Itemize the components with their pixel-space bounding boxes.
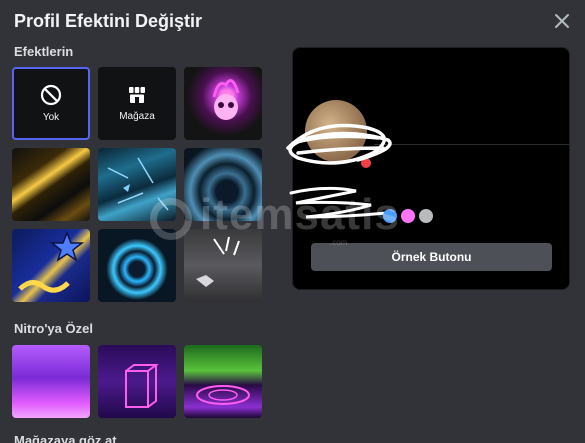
nitro-effect-tile-green-orbit[interactable]	[184, 345, 262, 418]
pink-skull-icon	[212, 79, 240, 120]
star-icon	[18, 230, 85, 293]
effect-tile-pink-skull[interactable]	[184, 67, 262, 140]
effect-tile-none[interactable]: Yok	[12, 67, 90, 140]
modal-title: Profil Efektini Değiştir	[14, 11, 203, 31]
effect-tile-silver-spark[interactable]	[184, 229, 262, 302]
effect-tile-blue-shards[interactable]	[98, 148, 176, 221]
badge-icon	[383, 209, 397, 223]
section-label-nitro: Nitro'ya Özel	[14, 321, 93, 336]
example-button[interactable]: Örnek Butonu	[311, 243, 552, 271]
profile-badges	[383, 209, 433, 223]
close-icon[interactable]	[552, 11, 572, 31]
nitro-effect-tile-purple-haze[interactable]	[12, 345, 90, 418]
no-symbol-icon	[40, 84, 62, 106]
effect-tile-store-label: Mağaza	[119, 111, 155, 122]
nitro-effect-tile-cyber-cube[interactable]	[98, 345, 176, 418]
nitro-effects-grid	[12, 345, 262, 418]
shop-icon	[129, 87, 145, 103]
section-label-effects: Efektlerin	[14, 44, 74, 59]
effect-tile-graffiti[interactable]	[12, 229, 90, 302]
cube-icon	[125, 364, 159, 408]
redaction-scribble	[286, 123, 392, 165]
effect-tile-store[interactable]: Mağaza	[98, 67, 176, 140]
effect-tile-none-label: Yok	[42, 112, 60, 123]
effect-tile-dark-swirl[interactable]	[184, 148, 262, 221]
badge-icon	[401, 209, 415, 223]
effect-tile-neon-ring[interactable]	[98, 229, 176, 302]
orbit-icon	[196, 385, 250, 405]
effects-grid: Yok Mağaza	[12, 67, 262, 302]
shards-icon	[107, 157, 169, 211]
section-label-store: Mağazaya göz at	[14, 433, 117, 443]
spark-icon	[196, 236, 240, 287]
effect-tile-gold-lightning[interactable]	[12, 148, 90, 221]
badge-icon	[419, 209, 433, 223]
